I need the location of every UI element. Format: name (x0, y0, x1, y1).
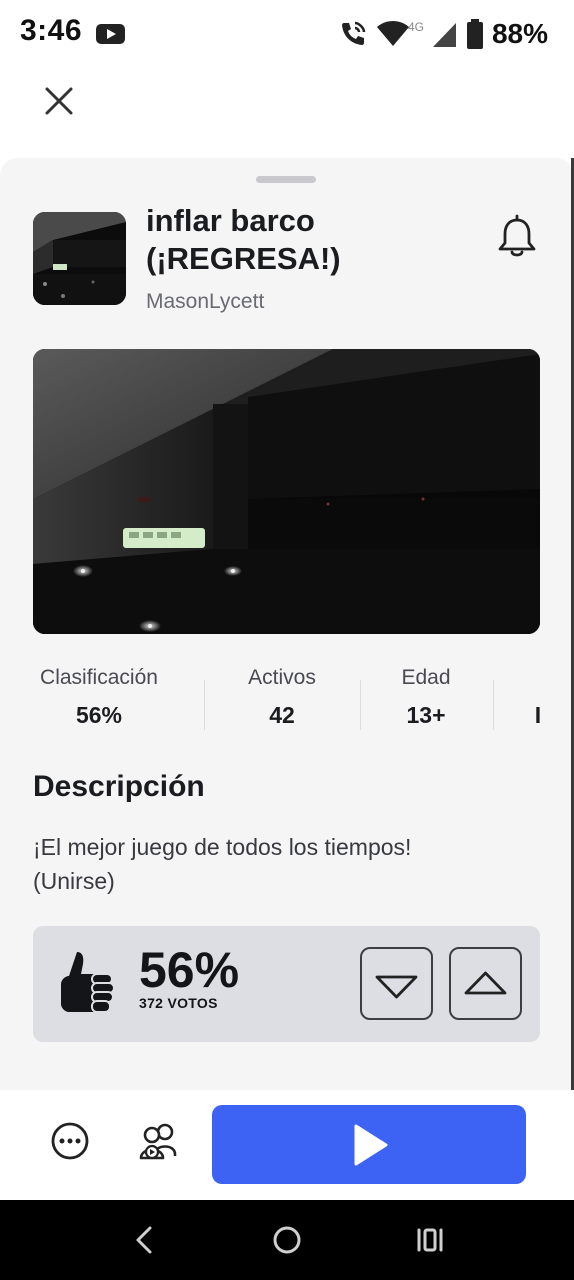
top-bar (0, 66, 574, 158)
vote-count: 372 VOTOS (139, 995, 218, 1011)
game-details-sheet[interactable]: inflar barco (¡REGRESA!) MasonLycett Cla… (0, 158, 574, 1100)
stat-value: 42 (269, 702, 295, 728)
wifi-icon (376, 21, 409, 46)
system-nav-bar (0, 1200, 574, 1280)
home-icon[interactable] (271, 1224, 303, 1256)
stat-divider (360, 680, 361, 730)
stat-label: Clasificación (40, 666, 158, 689)
description-heading: Descripción (33, 770, 205, 803)
vote-panel: 56% 372 VOTOS (33, 926, 540, 1042)
stat-divider (204, 680, 205, 730)
friends-icon[interactable] (137, 1120, 183, 1162)
status-icons: 4G 88% (338, 14, 548, 54)
stat-label: Edad (401, 666, 451, 689)
stat-age: Edad 13+ (386, 666, 466, 729)
stat-partial: I (528, 666, 548, 729)
vote-percent: 56% (139, 942, 240, 998)
play-icon (354, 1124, 388, 1166)
upvote-button[interactable] (449, 947, 522, 1020)
youtube-icon (96, 24, 125, 44)
game-screenshot[interactable] (33, 349, 540, 634)
recents-icon[interactable] (414, 1224, 446, 1256)
stat-value: 13+ (406, 702, 446, 728)
thumb-up-arrow-icon (464, 971, 507, 995)
description-text: ¡El mejor juego de todos los tiempos! (U… (33, 834, 412, 894)
battery-percent: 88% (491, 18, 548, 49)
downvote-button[interactable] (360, 947, 433, 1020)
status-bar: 3:46 4G 88% (0, 0, 574, 66)
stat-value: I (534, 702, 542, 728)
game-icon (33, 212, 126, 305)
back-icon[interactable] (130, 1224, 158, 1256)
stat-rating: Clasificación 56% (33, 666, 165, 729)
wifi-call-icon (341, 21, 366, 45)
stat-value: 56% (75, 702, 123, 728)
close-icon[interactable] (40, 82, 78, 120)
stat-active: Activos 42 (232, 666, 332, 729)
status-time: 3:46 (20, 14, 83, 47)
stats-row: Clasificación 56% Activos 42 Edad 13+ I (0, 666, 574, 746)
stat-divider (493, 680, 494, 730)
more-icon[interactable] (49, 1120, 91, 1162)
drag-handle[interactable] (256, 176, 316, 183)
creator-name[interactable]: MasonLycett (146, 290, 264, 314)
bell-icon[interactable] (496, 214, 538, 260)
battery-icon (466, 19, 483, 49)
thumb-down-arrow-icon (375, 975, 418, 999)
thumbs-up-icon (61, 952, 115, 1013)
signal-icon (432, 23, 456, 47)
play-button[interactable] (212, 1105, 526, 1184)
game-title: inflar barco (¡REGRESA!) (146, 203, 341, 276)
stat-label (528, 666, 548, 690)
stat-label: Activos (248, 666, 316, 689)
network-type-label: 4G (407, 20, 424, 34)
action-bar (0, 1090, 574, 1200)
